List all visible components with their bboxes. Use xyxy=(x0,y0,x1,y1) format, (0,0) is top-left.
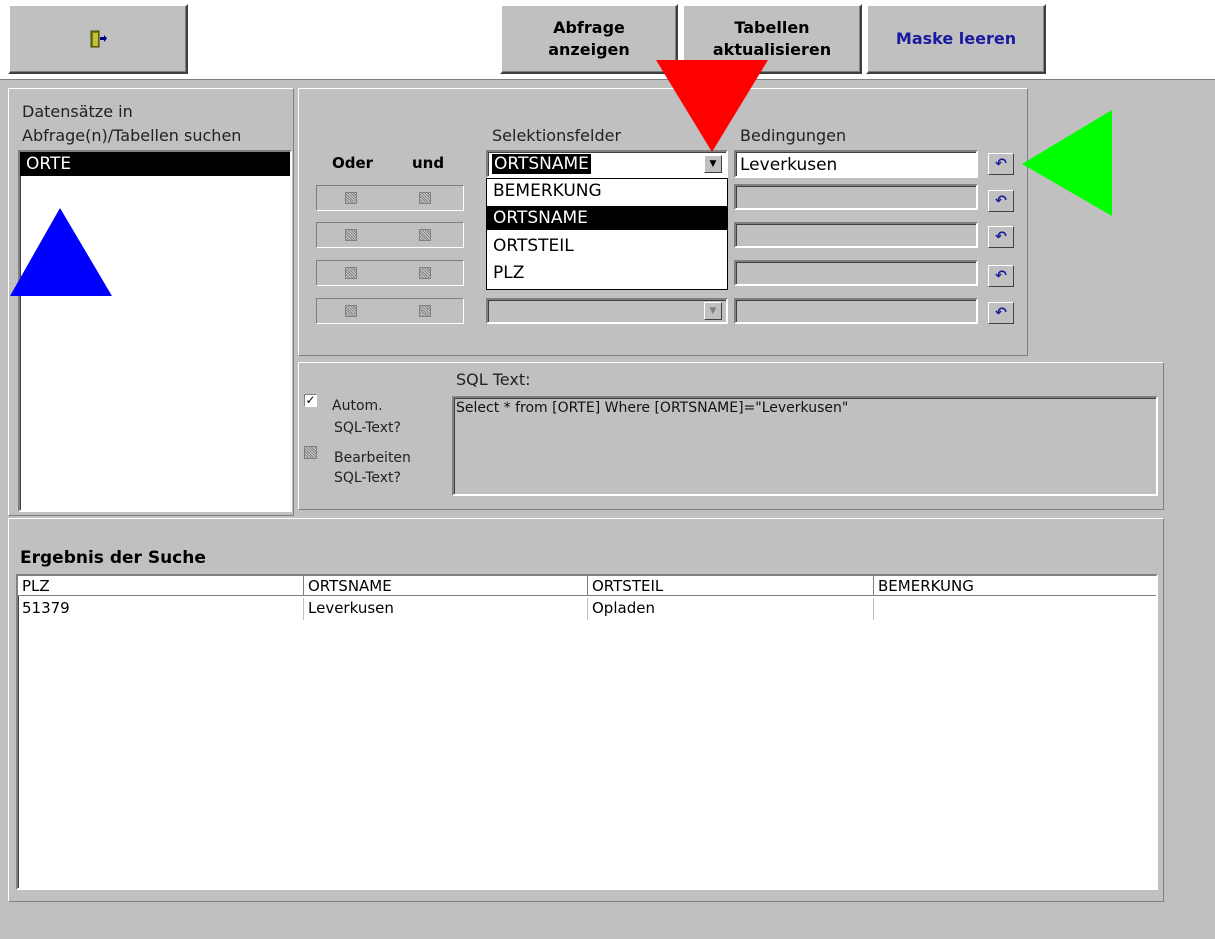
green-arrow-icon xyxy=(1022,110,1112,216)
annotation-layer xyxy=(10,60,1112,296)
red-arrow-icon xyxy=(656,60,768,152)
blue-arrow-icon xyxy=(10,208,112,296)
